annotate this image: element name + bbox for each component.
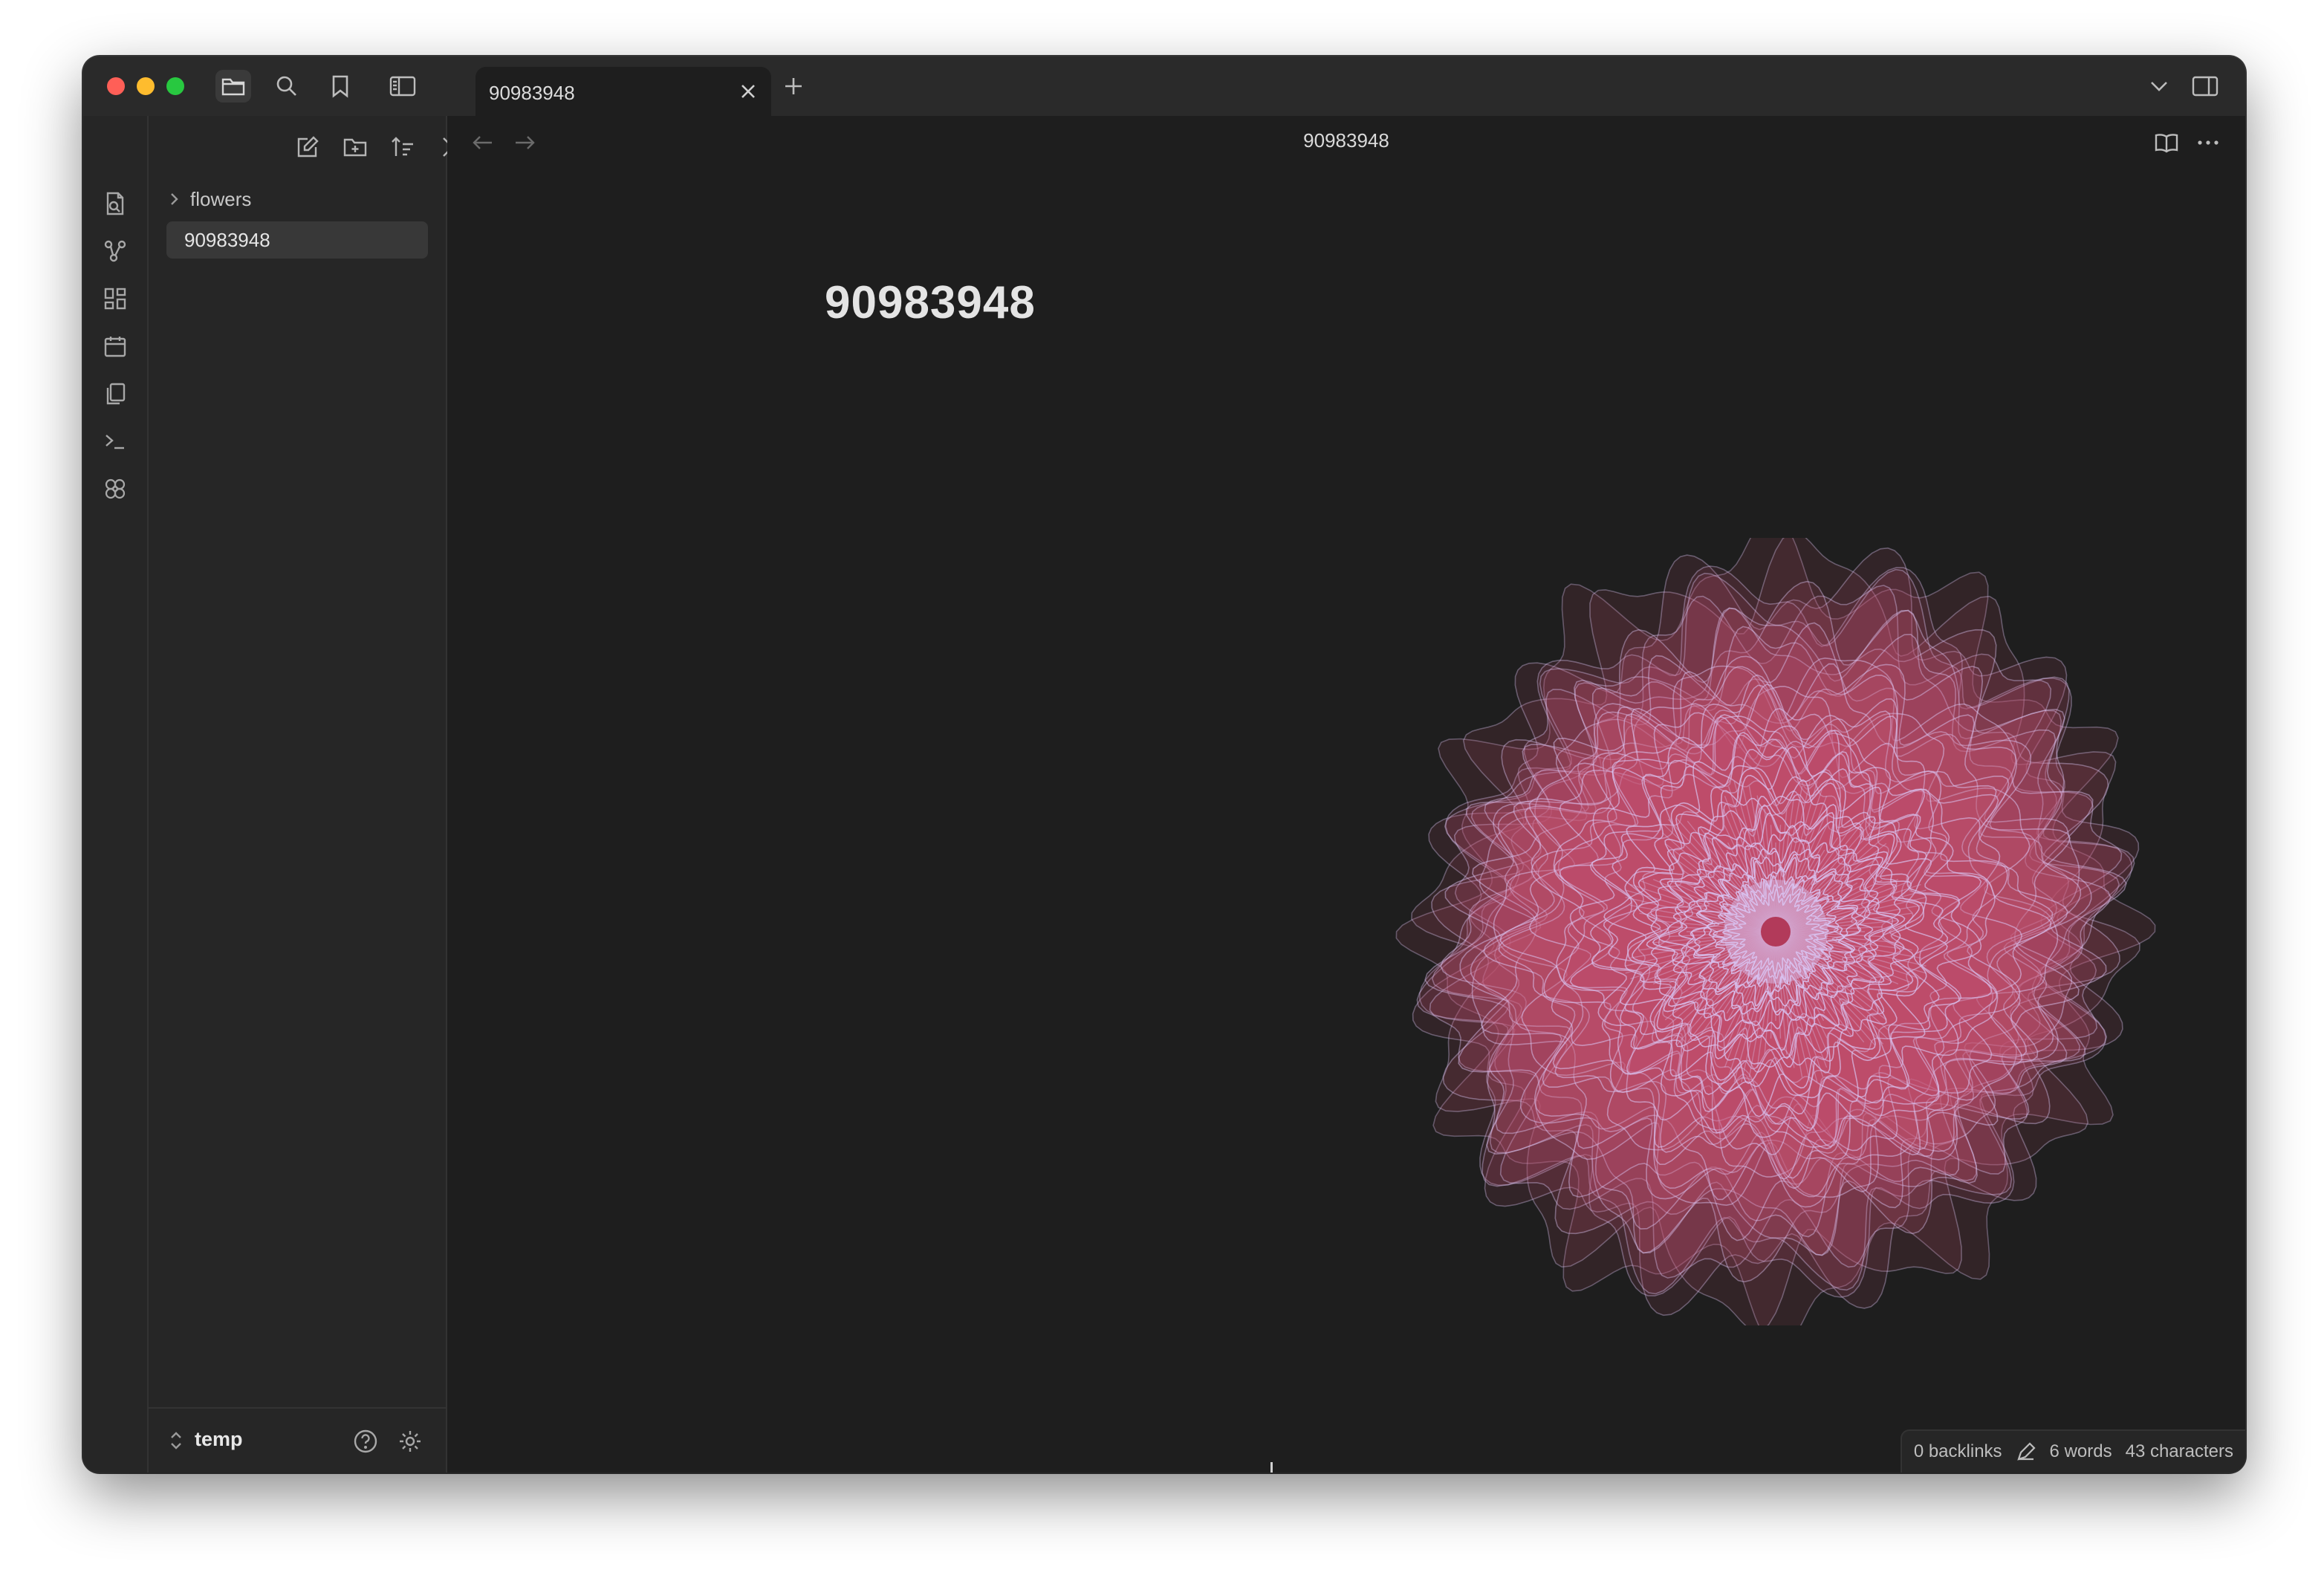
title-bar: 90983948 xyxy=(83,56,2245,116)
folder-plus-icon xyxy=(343,138,367,157)
command-palette-button[interactable] xyxy=(99,425,132,458)
files-tab-button[interactable] xyxy=(215,70,251,103)
vault-name: temp xyxy=(195,1428,243,1450)
text-cursor[interactable] xyxy=(1270,1462,1273,1473)
graph-icon xyxy=(104,240,126,262)
toggle-left-sidebar-button[interactable] xyxy=(385,70,421,103)
close-window-button[interactable] xyxy=(107,77,125,95)
folder-label: flowers xyxy=(190,187,252,210)
tab-list-button[interactable] xyxy=(2141,70,2177,103)
left-ribbon xyxy=(83,116,149,1473)
quick-switcher-button[interactable] xyxy=(99,187,132,220)
sort-button[interactable] xyxy=(386,131,419,163)
sort-icon xyxy=(392,137,413,156)
reading-view-button[interactable] xyxy=(2150,126,2183,159)
search-icon xyxy=(276,76,296,96)
backlinks-count[interactable]: 0 backlinks xyxy=(1914,1441,2002,1462)
terminal-icon xyxy=(106,435,124,449)
chevron-up-down-icon xyxy=(171,1432,181,1449)
new-tab-button[interactable] xyxy=(779,71,808,101)
file-search-icon xyxy=(106,192,124,215)
close-tab-button[interactable] xyxy=(737,80,759,103)
toggle-right-sidebar-button[interactable] xyxy=(2187,70,2223,103)
bookmark-icon xyxy=(332,75,348,98)
word-count: 6 words xyxy=(2049,1441,2112,1461)
plugin-button[interactable] xyxy=(99,473,132,505)
character-count: 43 characters xyxy=(2125,1441,2233,1461)
calendar-icon xyxy=(104,337,126,357)
tree-file-active[interactable]: 90983948 xyxy=(166,221,428,259)
sidebar-left-icon xyxy=(389,76,416,97)
tree-folder-flowers[interactable]: flowers xyxy=(163,184,423,214)
view-header-title: 90983948 xyxy=(1303,129,1389,152)
plus-icon xyxy=(785,78,802,94)
tab-active-note[interactable]: 90983948 xyxy=(475,67,771,116)
generative-flower xyxy=(1395,513,2156,1350)
graph-view-button[interactable] xyxy=(99,235,132,267)
vault-bar: temp xyxy=(149,1407,446,1473)
daily-note-button[interactable] xyxy=(99,330,132,363)
settings-button[interactable] xyxy=(395,1426,425,1456)
search-tab-button[interactable] xyxy=(269,70,305,103)
new-folder-button[interactable] xyxy=(339,131,371,163)
chevron-down-icon xyxy=(2151,82,2167,91)
templates-button[interactable] xyxy=(99,377,132,410)
copy-icon xyxy=(106,383,126,405)
editor-pane: 90983948 90983948 0 backlinks 6 words 43… xyxy=(447,116,2245,1473)
canvas-button[interactable] xyxy=(99,282,132,315)
more-horizontal-icon xyxy=(2198,140,2218,145)
chevron-right-icon xyxy=(163,192,186,207)
bookmarks-tab-button[interactable] xyxy=(322,70,358,103)
flower-center xyxy=(1761,917,1791,947)
folder-icon xyxy=(221,78,245,96)
status-bar: 0 backlinks 6 words 43 characters xyxy=(1900,1429,2245,1473)
gear-icon xyxy=(400,1431,421,1452)
minimize-window-button[interactable] xyxy=(137,77,155,95)
more-options-button[interactable] xyxy=(2192,126,2224,159)
note-title: 90983948 xyxy=(825,277,1036,328)
edit-mode-icon[interactable] xyxy=(2016,1441,2036,1462)
help-button[interactable] xyxy=(351,1426,380,1456)
app-window: 90983948 flowers 90983948 temp 90983948 … xyxy=(83,56,2245,1473)
grid-icon xyxy=(104,288,126,310)
file-explorer: flowers 90983948 temp xyxy=(149,116,458,1473)
file-label: 90983948 xyxy=(184,229,270,251)
edit-icon xyxy=(297,136,319,158)
new-note-button[interactable] xyxy=(291,131,324,163)
flower-icon xyxy=(105,478,126,499)
book-open-icon xyxy=(2155,134,2178,153)
tab-title: 90983948 xyxy=(489,82,575,104)
flower-image xyxy=(1367,513,2184,1350)
help-icon xyxy=(354,1429,377,1453)
sidebar-right-icon xyxy=(2192,76,2218,97)
maximize-window-button[interactable] xyxy=(166,77,184,95)
close-icon xyxy=(741,85,755,98)
vault-switcher-button[interactable] xyxy=(169,1429,183,1455)
